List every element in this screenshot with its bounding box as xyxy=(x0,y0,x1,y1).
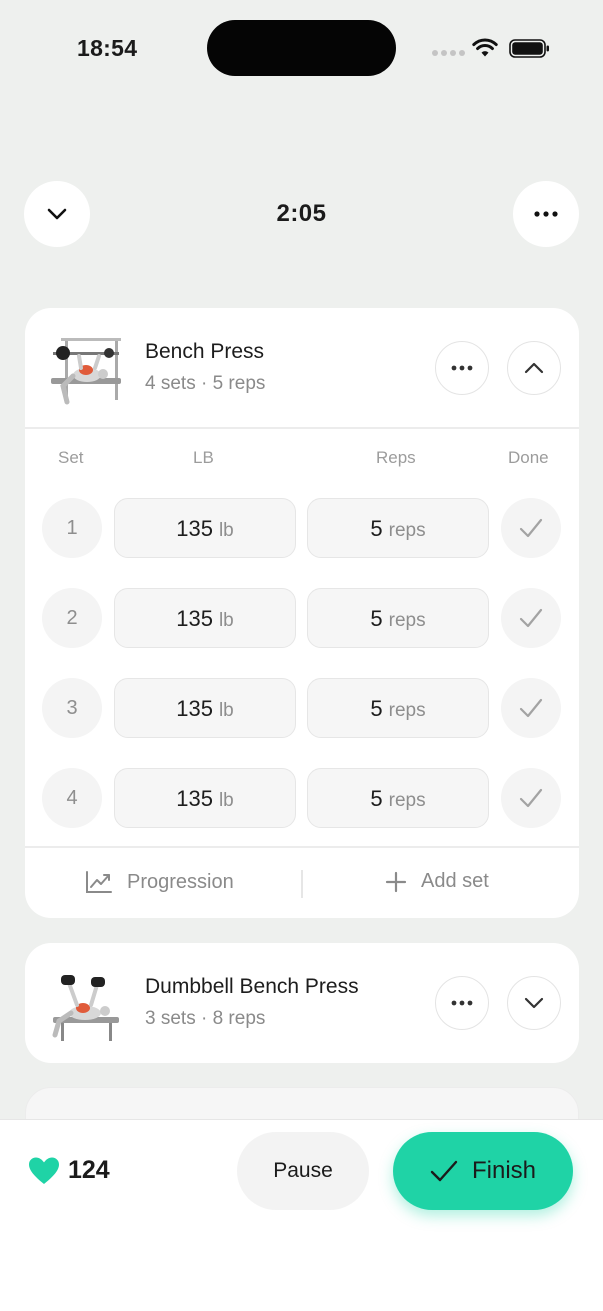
weight-value: 135 xyxy=(176,516,213,541)
more-horizontal-icon xyxy=(534,211,558,217)
reps-value: 5 xyxy=(370,606,383,631)
collapse-exercise-button[interactable] xyxy=(507,341,561,395)
status-time: 18:54 xyxy=(77,35,138,61)
checkmark-icon xyxy=(519,698,543,718)
weight-unit: lb xyxy=(218,610,234,631)
weight-value: 135 xyxy=(176,786,213,811)
exercise-card-dumbbell-bench-press[interactable]: Dumbbell Bench Press 3 sets · 8 reps xyxy=(25,943,579,1063)
set-number[interactable]: 1 xyxy=(42,498,102,558)
set-done-toggle[interactable] xyxy=(501,498,561,558)
reps-input[interactable]: 5 reps xyxy=(307,588,489,648)
more-horizontal-icon xyxy=(451,1000,473,1006)
dynamic-island xyxy=(207,20,396,76)
reps-value: 5 xyxy=(370,696,383,721)
dumbbell-bench-press-illustration xyxy=(52,975,119,1041)
weight-unit: lb xyxy=(218,520,234,541)
reps-input[interactable]: 5 reps xyxy=(307,768,489,828)
status-bar: 18:54 xyxy=(0,0,603,100)
chevron-down-icon xyxy=(524,997,544,1009)
set-number[interactable]: 3 xyxy=(42,678,102,738)
finish-label: Finish xyxy=(471,1157,537,1184)
reps-unit: reps xyxy=(388,700,426,721)
checkmark-icon xyxy=(519,518,543,538)
bottom-bar: 124 Pause Finish xyxy=(0,1119,603,1311)
set-number[interactable]: 2 xyxy=(42,588,102,648)
exercise-options-button[interactable] xyxy=(435,976,489,1030)
set-done-toggle[interactable] xyxy=(501,678,561,738)
chart-trend-icon xyxy=(86,871,112,893)
reps-unit: reps xyxy=(388,610,426,631)
wifi-icon xyxy=(472,38,498,57)
finish-button[interactable]: Finish xyxy=(393,1132,573,1210)
heart-icon xyxy=(29,1157,59,1184)
chevron-up-icon xyxy=(524,362,544,374)
set-done-toggle[interactable] xyxy=(501,768,561,828)
add-set-label: Add set xyxy=(421,870,489,892)
expand-exercise-button[interactable] xyxy=(507,976,561,1030)
heart-rate-value: 124 xyxy=(68,1156,110,1184)
weight-input[interactable]: 135 lb xyxy=(114,768,296,828)
battery-icon xyxy=(509,39,549,58)
exercise-summary: 3 sets · 8 reps xyxy=(145,1008,266,1029)
add-set-button[interactable]: Add set xyxy=(385,870,489,893)
reps-unit: reps xyxy=(388,520,426,541)
pause-button[interactable]: Pause xyxy=(237,1132,369,1210)
checkmark-icon xyxy=(430,1160,458,1182)
column-header-reps: Reps xyxy=(376,448,416,467)
checkmark-icon xyxy=(519,608,543,628)
weight-unit: lb xyxy=(218,700,234,721)
weight-input[interactable]: 135 lb xyxy=(114,498,296,558)
weight-value: 135 xyxy=(176,696,213,721)
reps-value: 5 xyxy=(370,516,383,541)
exercise-options-button[interactable] xyxy=(435,341,489,395)
signal-icon xyxy=(432,50,465,56)
weight-value: 135 xyxy=(176,606,213,631)
weight-input[interactable]: 135 lb xyxy=(114,588,296,648)
exercise-name: Dumbbell Bench Press xyxy=(145,975,359,998)
exercise-name: Bench Press xyxy=(145,340,265,363)
exercise-card-bench-press: Bench Press 4 sets · 5 reps Set LB Reps … xyxy=(25,308,579,918)
divider xyxy=(25,427,579,429)
exercise-summary: 4 sets · 5 reps xyxy=(145,373,266,394)
column-header-set: Set xyxy=(58,448,84,467)
reps-input[interactable]: 5 reps xyxy=(307,498,489,558)
workout-options-button[interactable] xyxy=(513,181,579,247)
bench-press-illustration xyxy=(51,338,121,405)
footer-separator xyxy=(301,870,303,898)
reps-unit: reps xyxy=(388,790,426,811)
reps-input[interactable]: 5 reps xyxy=(307,678,489,738)
column-header-done: Done xyxy=(508,448,549,467)
progression-button[interactable]: Progression xyxy=(85,870,234,894)
more-horizontal-icon xyxy=(451,365,473,371)
set-number[interactable]: 4 xyxy=(42,768,102,828)
column-header-weight: LB xyxy=(193,448,214,467)
divider xyxy=(25,846,579,848)
set-done-toggle[interactable] xyxy=(501,588,561,648)
weight-input[interactable]: 135 lb xyxy=(114,678,296,738)
progression-label: Progression xyxy=(127,870,234,893)
checkmark-icon xyxy=(519,788,543,808)
plus-icon xyxy=(385,871,407,892)
reps-value: 5 xyxy=(370,786,383,811)
weight-unit: lb xyxy=(218,790,234,811)
